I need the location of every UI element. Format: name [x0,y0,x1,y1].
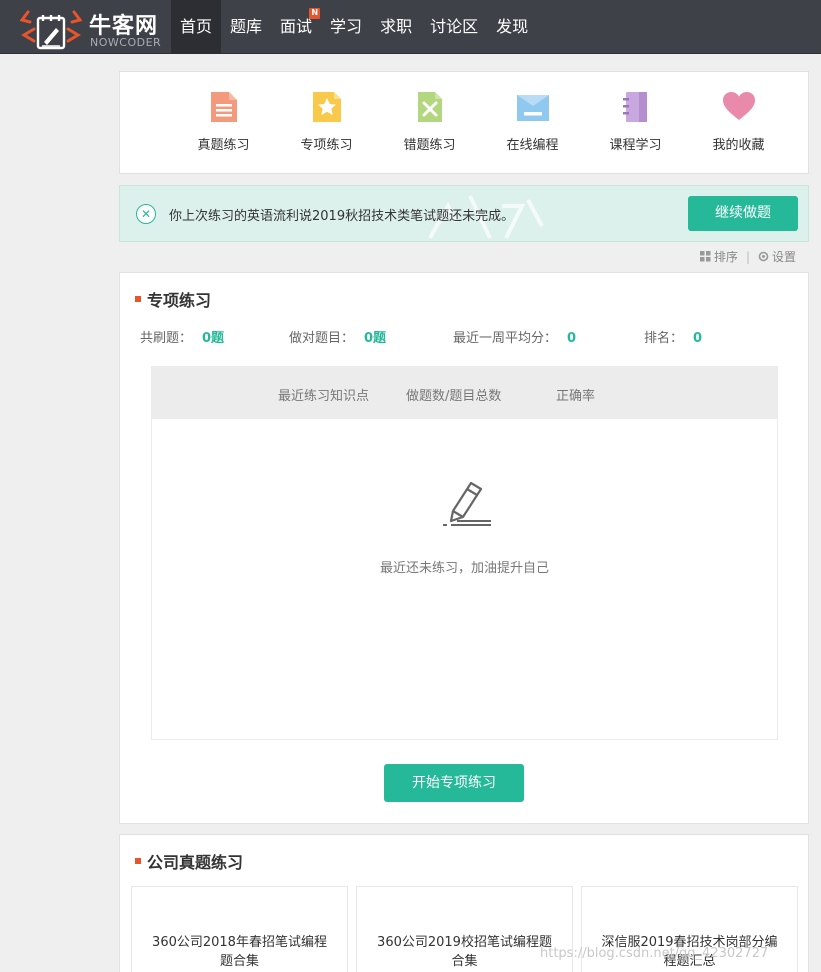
nowcoder-logo-icon [20,10,82,50]
quick-link-favorites[interactable]: 我的收藏 [687,90,790,153]
stat-label: 排名： [644,331,684,346]
new-badge: N [309,8,321,19]
continue-button[interactable]: 继续做题 [688,196,798,231]
column-header: 最近练习知识点 [278,389,370,404]
code-window-icon [516,95,549,121]
quick-link-label: 真题练习 [197,138,250,153]
nav-label: 求职 [380,17,413,36]
gear-icon [758,251,769,262]
quick-link-label: 专项练习 [300,138,353,153]
stat-value: 0 [567,331,577,346]
section-title: 公司真题练习 [135,849,243,873]
nav-label: 发现 [496,17,529,36]
sort-button[interactable]: 排序 [699,248,738,265]
logo-subtext: NOWCODER [90,36,162,49]
stat-label: 做对题目： [289,331,355,346]
main-nav: 首页 题库 面试 N 学习 求职 讨论区 发现 [171,0,537,54]
quick-link-label: 在线编程 [506,138,559,153]
grid-icon [699,251,711,262]
quick-link-online-coding[interactable]: 在线编程 [481,90,584,153]
stat-rank: 排名： 0 [644,327,702,346]
nav-label: 题库 [230,17,263,36]
nav-label: 面试 [280,17,313,36]
settings-label: 设置 [771,250,796,264]
star-icon [312,92,341,122]
nav-interview[interactable]: 面试 N [271,0,321,54]
nav-question-bank[interactable]: 题库 [221,0,271,54]
nav-jobs[interactable]: 求职 [371,0,421,54]
start-practice-button[interactable]: 开始专项练习 [384,764,524,802]
column-header: 正确率 [556,389,596,404]
stat-value: 0 [693,331,703,346]
stat-label: 最近一周平均分： [453,331,558,346]
nav-label: 讨论区 [430,17,479,36]
exam-card[interactable]: 360公司2018年春招笔试编程题合集 [131,886,348,972]
stat-label: 共刷题： [140,331,193,346]
nav-discussion[interactable]: 讨论区 [421,0,487,54]
nav-discover[interactable]: 发现 [487,0,537,54]
top-navbar: 牛客网 NOWCODER 首页 题库 面试 N 学习 求职 讨论区 发现 [0,0,821,54]
url-watermark: https://blog.csdn.net/qq_42302727 [540,946,769,961]
section-title: 专项练习 [135,287,211,311]
column-header: 做题数/题目总数 [406,389,502,404]
recent-practice-table: 最近练习知识点 做题数/题目总数 正确率 最近还未练习，加油提升自己 [151,366,778,740]
empty-state-text: 最近还未练习，加油提升自己 [379,561,549,576]
panel-tools: 排序 | 设置 [699,248,796,265]
nav-home[interactable]: 首页 [171,0,222,54]
unfinished-notice: ✕ 你上次练习的英语流利说2019秋招技术类笔试题还未完成。 继续做题 [119,185,809,242]
pencil-icon [443,481,491,526]
heart-icon [722,92,755,120]
quick-link-real-exams[interactable]: 真题练习 [172,90,275,153]
stat-value: 0题 [364,331,387,346]
settings-button[interactable]: 设置 [758,248,796,265]
stat-weekly-average: 最近一周平均分： 0 [453,327,576,346]
nav-label: 学习 [330,17,363,36]
wrong-book-icon [417,92,442,122]
document-icon [210,92,237,122]
notice-close-icon[interactable]: ✕ [136,204,156,224]
nav-label: 首页 [180,17,213,36]
stat-total: 共刷题： 0题 [140,327,224,346]
quick-link-label: 课程学习 [609,138,662,153]
nav-learning[interactable]: 学习 [321,0,371,54]
divider: | [745,249,750,264]
sort-label: 排序 [713,250,738,264]
quick-link-label: 错题练习 [403,138,456,153]
notebook-icon [622,92,647,122]
topic-practice-panel: 专项练习 共刷题： 0题 做对题目： 0题 最近一周平均分： 0 排名： 0 最近练习知… [119,272,809,824]
stat-correct: 做对题目： 0题 [289,327,386,346]
notice-text: 你上次练习的英语流利说2019秋招技术类笔试题还未完成。 [169,209,515,224]
quick-link-topic-practice[interactable]: 专项练习 [275,90,378,153]
quick-link-label: 我的收藏 [712,138,765,153]
site-logo[interactable]: 牛客网 NOWCODER [16,4,171,50]
stat-value: 0题 [202,331,225,346]
quick-link-wrong-questions[interactable]: 错题练习 [378,90,481,153]
quick-links-panel: 真题练习 专项练习 错题练习 在线编程 课程学习 我的收藏 [119,71,809,174]
table-header: 最近练习知识点 做题数/题目总数 正确率 [152,367,777,419]
quick-link-courses[interactable]: 课程学习 [584,90,687,153]
